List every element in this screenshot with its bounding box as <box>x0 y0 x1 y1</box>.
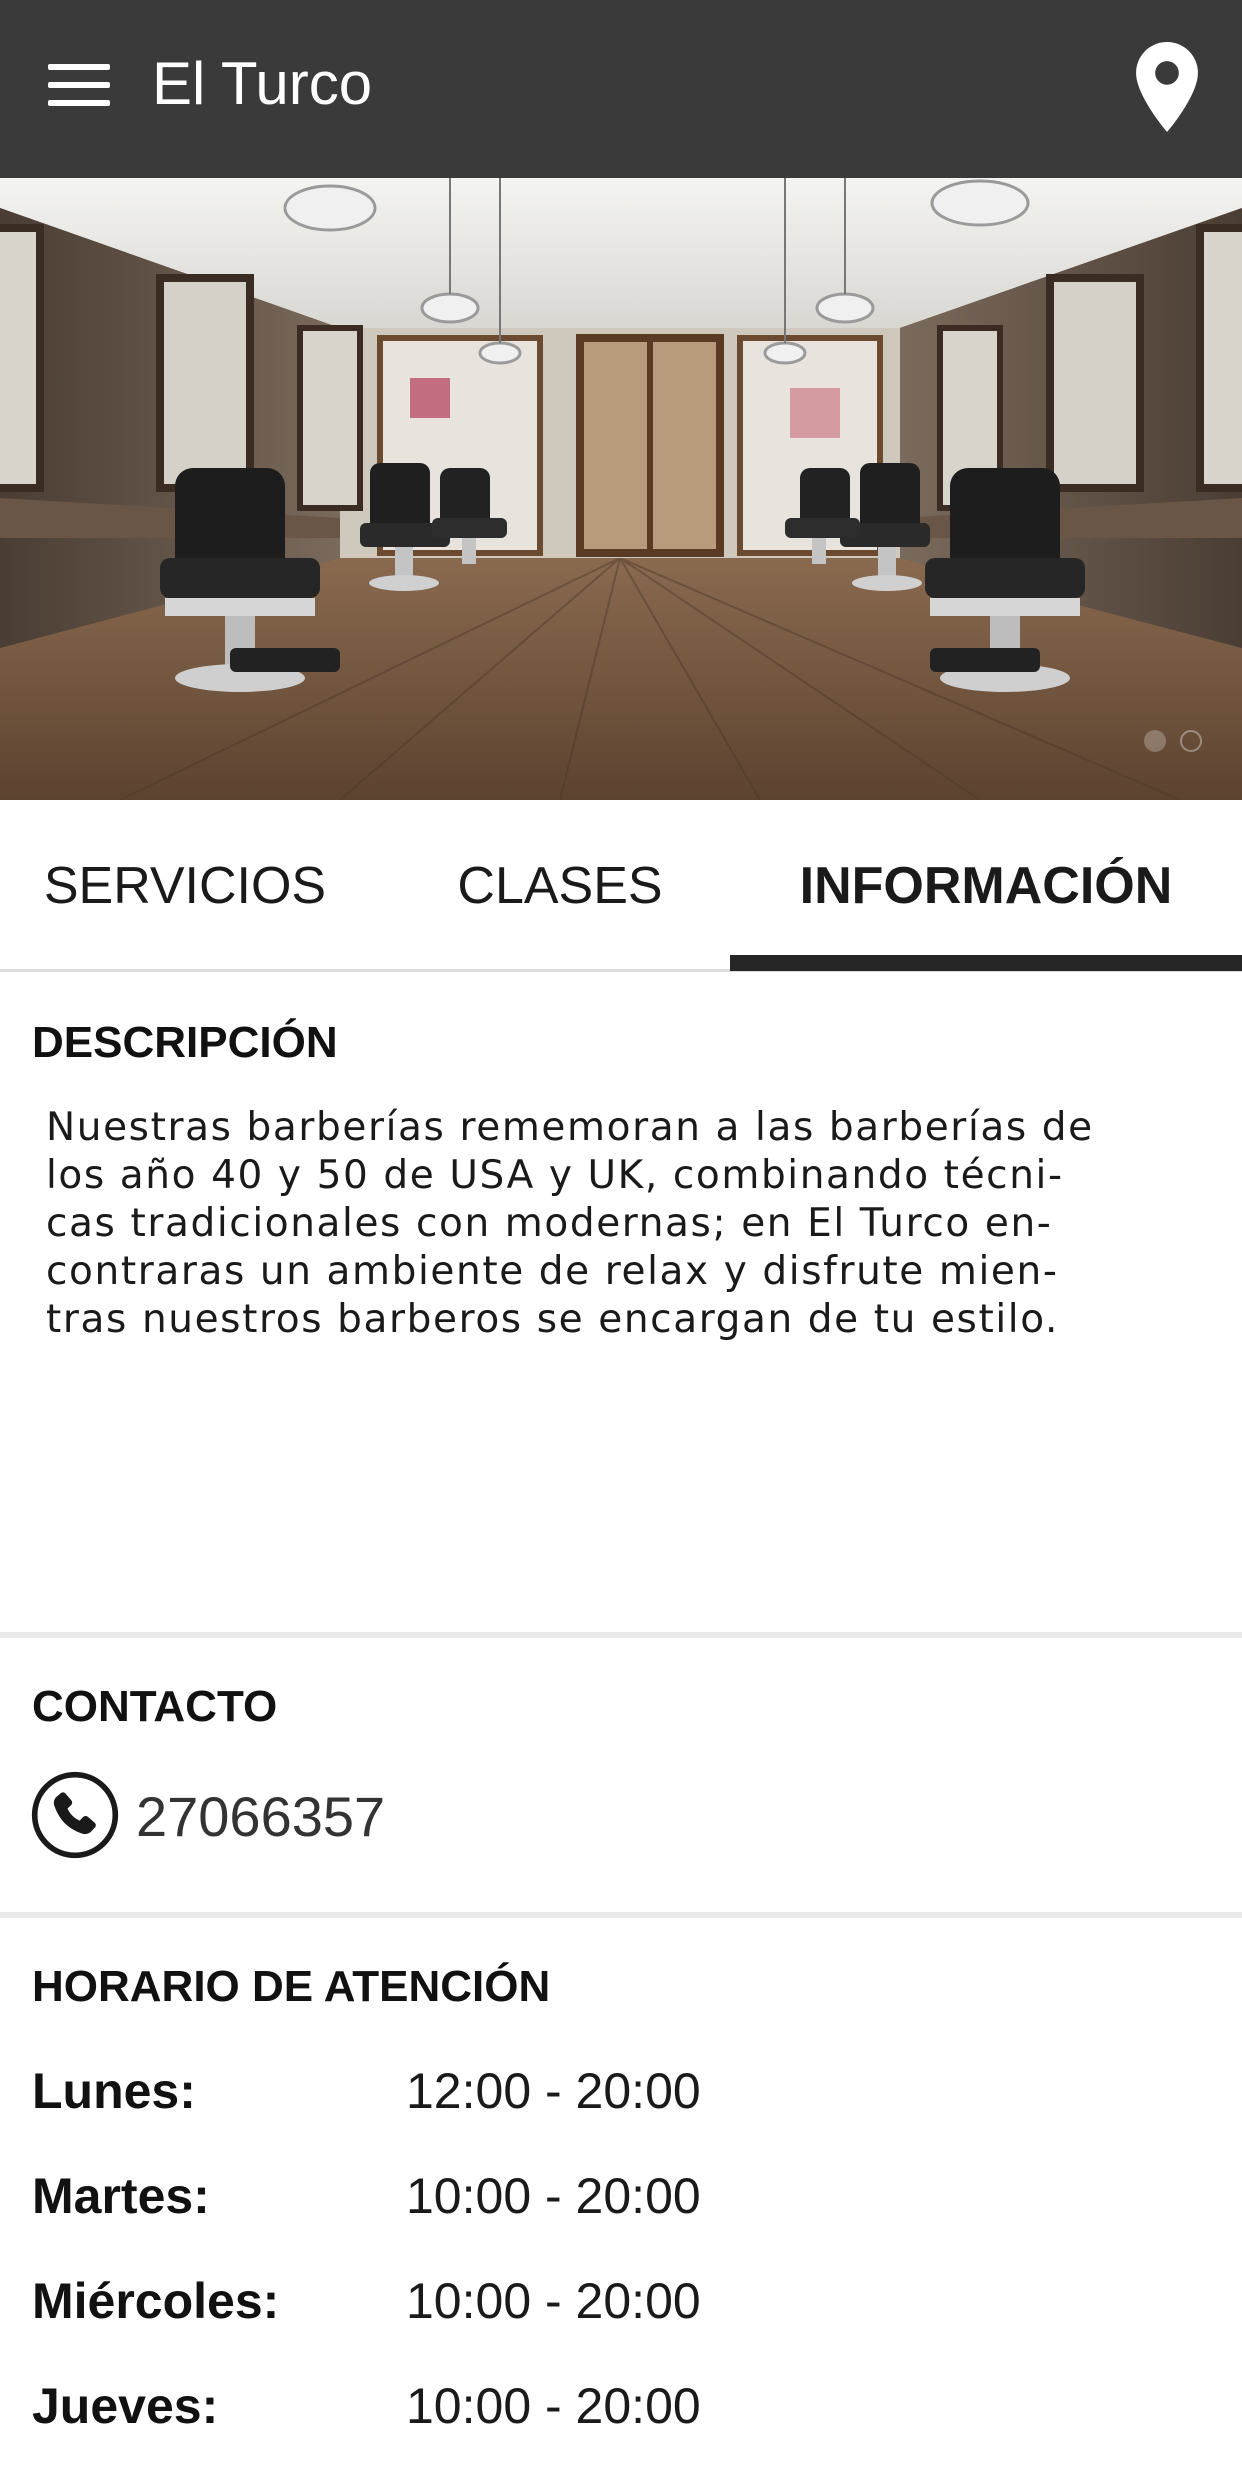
barbershop-interior-photo <box>0 178 1242 800</box>
hours-time: 10:00 - 20:00 <box>406 2378 701 2434</box>
description-line: cas tradicionales con modernas; en El Tu… <box>46 1201 1053 1246</box>
hours-title: HORARIO DE ATENCIÓN <box>32 1962 551 2011</box>
app-title: El Turco <box>152 50 373 117</box>
section-divider <box>0 1912 1242 1918</box>
section-divider <box>0 1632 1242 1638</box>
hours-day: Martes: <box>32 2168 210 2224</box>
tab-bar: SERVICIOS CLASES INFORMACIÓN <box>0 800 1242 972</box>
carousel-dot[interactable] <box>1180 730 1202 752</box>
description-line: contraras un ambiente de relax y disfrut… <box>46 1249 1059 1294</box>
hamburger-menu-icon[interactable] <box>44 58 114 112</box>
hours-day: Miércoles: <box>32 2273 280 2329</box>
phone-icon[interactable] <box>30 1770 120 1860</box>
hours-time: 12:00 - 20:00 <box>406 2063 701 2119</box>
phone-number[interactable]: 27066357 <box>136 1784 385 1849</box>
hero-image[interactable] <box>0 178 1242 800</box>
description-line: los año 40 y 50 de USA y UK, combinando … <box>46 1153 1064 1198</box>
contact-title: CONTACTO <box>32 1682 278 1731</box>
hours-time: 10:00 - 20:00 <box>406 2273 701 2329</box>
selected-tab-indicator <box>730 955 1242 971</box>
app-bar: El Turco <box>0 0 1242 178</box>
carousel-dot-active[interactable] <box>1144 730 1166 752</box>
description-line: tras nuestros barberos se encargan de tu… <box>46 1297 1060 1342</box>
description-text: Nuestras barberías rememoran a las barbe… <box>46 1104 1206 1344</box>
hours-day: Lunes: <box>32 2063 196 2119</box>
description-line: Nuestras barberías rememoran a las barbe… <box>46 1105 1094 1150</box>
carousel-indicator <box>1144 730 1202 752</box>
map-pin-icon[interactable] <box>1132 42 1202 132</box>
tab-servicios[interactable]: SERVICIOS <box>0 800 370 972</box>
tab-informacion[interactable]: INFORMACIÓN <box>730 800 1242 972</box>
description-title: DESCRIPCIÓN <box>32 1018 338 1067</box>
hours-time: 10:00 - 20:00 <box>406 2168 701 2224</box>
hours-day: Jueves: <box>32 2378 219 2434</box>
tab-clases[interactable]: CLASES <box>380 800 740 972</box>
